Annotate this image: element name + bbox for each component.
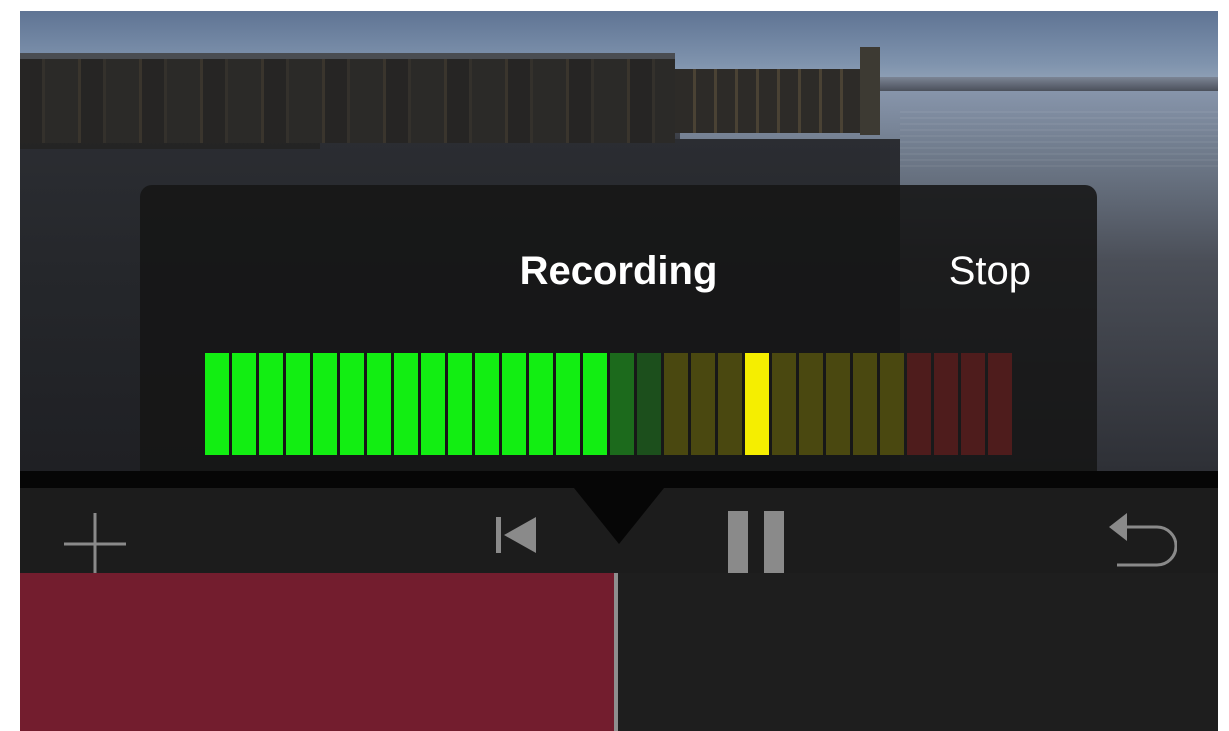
skip-to-start-icon[interactable] bbox=[496, 515, 540, 555]
meter-segment bbox=[907, 353, 931, 455]
meter-segment bbox=[232, 353, 256, 455]
meter-segment bbox=[286, 353, 310, 455]
timeline[interactable] bbox=[20, 573, 1218, 731]
meter-segment bbox=[691, 353, 715, 455]
meter-segment bbox=[664, 353, 688, 455]
meter-segment bbox=[988, 353, 1012, 455]
undo-icon[interactable] bbox=[1105, 509, 1178, 573]
pier-wall bbox=[675, 69, 880, 133]
meter-segment bbox=[718, 353, 742, 455]
meter-segment bbox=[394, 353, 418, 455]
playhead[interactable] bbox=[614, 573, 618, 731]
meter-segment bbox=[961, 353, 985, 455]
recording-popover: Recording Stop bbox=[140, 185, 1097, 471]
toolbar bbox=[20, 471, 1218, 575]
far-shore bbox=[880, 77, 1218, 91]
meter-segment bbox=[934, 353, 958, 455]
popover-pointer bbox=[574, 488, 664, 544]
pier-end bbox=[860, 47, 880, 135]
meter-segment bbox=[259, 353, 283, 455]
meter-segment bbox=[421, 353, 445, 455]
meter-segment bbox=[799, 353, 823, 455]
meter-segment bbox=[880, 353, 904, 455]
meter-segment bbox=[475, 353, 499, 455]
meter-segment bbox=[448, 353, 472, 455]
meter-segment bbox=[826, 353, 850, 455]
harbour-wall bbox=[20, 59, 675, 143]
meter-segment bbox=[610, 353, 634, 455]
meter-segment bbox=[853, 353, 877, 455]
meter-segment bbox=[529, 353, 553, 455]
meter-segment bbox=[772, 353, 796, 455]
meter-segment bbox=[583, 353, 607, 455]
meter-segment bbox=[556, 353, 580, 455]
plus-icon[interactable] bbox=[64, 513, 126, 575]
stop-button[interactable]: Stop bbox=[949, 249, 1031, 294]
recorded-clip[interactable] bbox=[20, 573, 614, 731]
video-preview[interactable]: Recording Stop bbox=[20, 11, 1218, 471]
meter-segment bbox=[637, 353, 661, 455]
recorder-app: Recording Stop bbox=[20, 11, 1218, 731]
meter-segment bbox=[367, 353, 391, 455]
audio-level-meter bbox=[205, 353, 1015, 455]
meter-peak-segment bbox=[745, 353, 769, 455]
meter-segment bbox=[205, 353, 229, 455]
meter-segment bbox=[502, 353, 526, 455]
toolbar-divider bbox=[20, 471, 1218, 488]
pause-icon[interactable] bbox=[728, 511, 784, 575]
meter-segment bbox=[313, 353, 337, 455]
meter-segment bbox=[340, 353, 364, 455]
water-reflection bbox=[900, 111, 1218, 171]
